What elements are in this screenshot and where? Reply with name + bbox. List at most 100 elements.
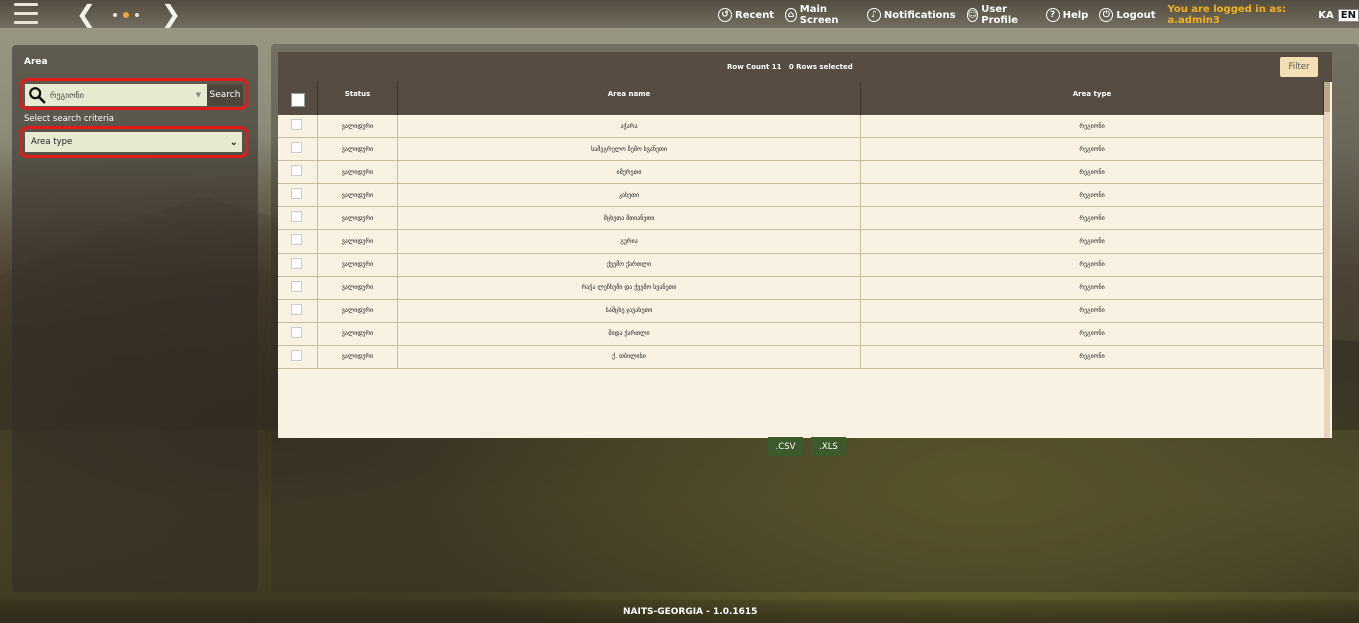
menu-icon[interactable] [14,3,38,25]
status-cell: ვალიდური [318,299,398,322]
row-checkbox[interactable] [291,188,302,200]
dropdown-caret-icon[interactable]: ▼ [196,91,201,99]
table-row[interactable]: ვალიდური აჭარა რეგიონი [278,115,1324,139]
row-select-cell [278,207,318,230]
vertical-scrollbar[interactable] [1324,82,1330,438]
footer: NAITS-GEORGIA - 1.0.1615 [0,600,1359,623]
row-checkbox[interactable] [291,303,302,315]
area-name-cell: გურია [398,230,861,253]
power-icon: ⏻ [1099,8,1114,22]
area-type-cell: რეგიონი [861,138,1324,161]
row-count-text: Row Count 11 [727,63,782,71]
user-profile-link[interactable]: ☺ User Profile [966,4,1035,26]
select-all-checkbox[interactable] [291,93,305,107]
row-checkbox[interactable] [291,349,302,361]
area-name-cell: იმერეთი [398,161,861,184]
search-panel: Area რეგიონი ▼ Search Select search crit… [12,45,258,592]
notifications-label: Notifications [883,9,956,21]
user-profile-label: User Profile [981,4,1019,26]
area-name-cell: რაჭა ლეჩხუმი და ქვემო სვანეთი [398,276,861,299]
export-csv-button[interactable]: .CSV [768,437,803,456]
row-select-cell [278,299,318,322]
criteria-select[interactable]: Area type ⌄ [25,132,242,152]
help-label: Help [1062,9,1089,21]
status-cell: ვალიდური [318,207,398,230]
area-name-cell: სამეგრელო ზემო სვანეთი [398,138,861,161]
logout-link[interactable]: ⏻ Logout [1099,8,1156,22]
column-status[interactable]: Status [318,82,398,115]
table-row[interactable]: ვალიდური იმერეთი რეგიონი [278,161,1324,185]
criteria-highlight: Area type ⌄ [19,126,248,158]
row-select-cell [278,230,318,253]
table-row[interactable]: ვალიდური სამეგრელო ზემო სვანეთი რეგიონი [278,138,1324,162]
grid-toolbar: Row Count 11 0 Rows selected Filter [278,52,1332,82]
status-cell: ვალიდური [318,184,398,207]
logged-in-text: You are logged in as: a.admin3 [1167,4,1287,26]
version-text: NAITS-GEORGIA - 1.0.1615 [623,607,758,617]
filter-button[interactable]: Filter [1280,57,1318,77]
row-select-cell [278,184,318,207]
lang-ka[interactable]: KA [1318,10,1334,21]
lang-en[interactable]: EN [1337,8,1359,22]
row-checkbox[interactable] [291,119,302,130]
table-row[interactable]: ვალიდური ქვემო ქართლი რეგიონი [278,253,1324,277]
criteria-label: Select search criteria [24,114,115,124]
row-select-cell [278,161,318,184]
row-select-cell [278,253,318,276]
help-icon: ? [1045,8,1060,22]
scrollbar-thumb[interactable] [1324,82,1330,112]
area-type-cell: რეგიონი [861,184,1324,207]
export-xls-button[interactable]: .XLS [811,437,846,456]
status-cell: ვალიდური [318,161,398,184]
row-count: Row Count 11 0 Rows selected [727,63,853,71]
row-checkbox[interactable] [291,257,302,269]
table-row[interactable]: ვალიდური ქ. თბილისი რეგიონი [278,345,1324,370]
row-select-cell [278,345,318,369]
row-select-cell [278,115,318,138]
table-row[interactable]: ვალიდური რაჭა ლეჩხუმი და ქვემო სვანეთი რეგ… [278,276,1324,300]
area-name-cell: აჭარა [398,115,861,138]
home-icon: ⌂ [785,8,797,22]
row-checkbox[interactable] [291,142,302,154]
area-name-cell: ქვემო ქართლი [398,253,861,276]
column-area-type[interactable]: Area type [861,82,1324,115]
criteria-value: Area type [31,137,73,147]
status-cell: ვალიდური [318,230,398,253]
search-value: რეგიონი [50,90,84,100]
area-name-cell: კახეთი [398,184,861,207]
pager-dots [113,12,139,18]
status-cell: ვალიდური [318,345,398,369]
search-input[interactable]: რეგიონი ▼ [25,84,207,106]
column-area-name[interactable]: Area name [398,82,861,115]
area-type-cell: რეგიონი [861,207,1324,230]
recent-icon: ↺ [718,8,732,22]
row-checkbox[interactable] [291,326,302,338]
area-type-cell: რეგიონი [861,345,1324,369]
row-checkbox[interactable] [291,280,302,292]
forward-arrow-icon[interactable]: ❯ [161,1,181,27]
recent-label: Recent [735,9,775,21]
area-type-cell: რეგიონი [861,161,1324,184]
area-type-cell: რეგიონი [861,299,1324,322]
top-bar: ❮ ❯ ↺ Recent ⌂ Main Screen ♪ Notificatio… [0,0,1359,28]
area-name-cell: სამცხე ჯავახეთი [398,299,861,322]
back-arrow-icon[interactable]: ❮ [76,1,96,27]
status-cell: ვალიდური [318,253,398,276]
table-row[interactable]: ვალიდური გურია რეგიონი [278,230,1324,254]
table-row[interactable]: ვალიდური კახეთი რეგიონი [278,184,1324,208]
row-checkbox[interactable] [291,211,302,223]
search-button[interactable]: Search [207,84,243,106]
table-row[interactable]: ვალიდური მცხეთა მთიანეთი რეგიონი [278,207,1324,231]
table-row[interactable]: ვალიდური სამცხე ჯავახეთი რეგიონი [278,299,1324,323]
row-checkbox[interactable] [291,234,302,246]
recent-link[interactable]: ↺ Recent [718,8,774,22]
area-name-cell: ქ. თბილისი [398,345,861,369]
table-row[interactable]: ვალიდური შიდა ქართლი რეგიონი [278,322,1324,346]
help-link[interactable]: ? Help [1045,8,1089,22]
bell-icon: ♪ [866,8,881,22]
notifications-link[interactable]: ♪ Notifications [866,8,956,22]
row-select-cell [278,322,318,345]
row-checkbox[interactable] [291,165,302,177]
status-cell: ვალიდური [318,276,398,299]
main-screen-link[interactable]: ⌂ Main Screen [785,4,856,26]
